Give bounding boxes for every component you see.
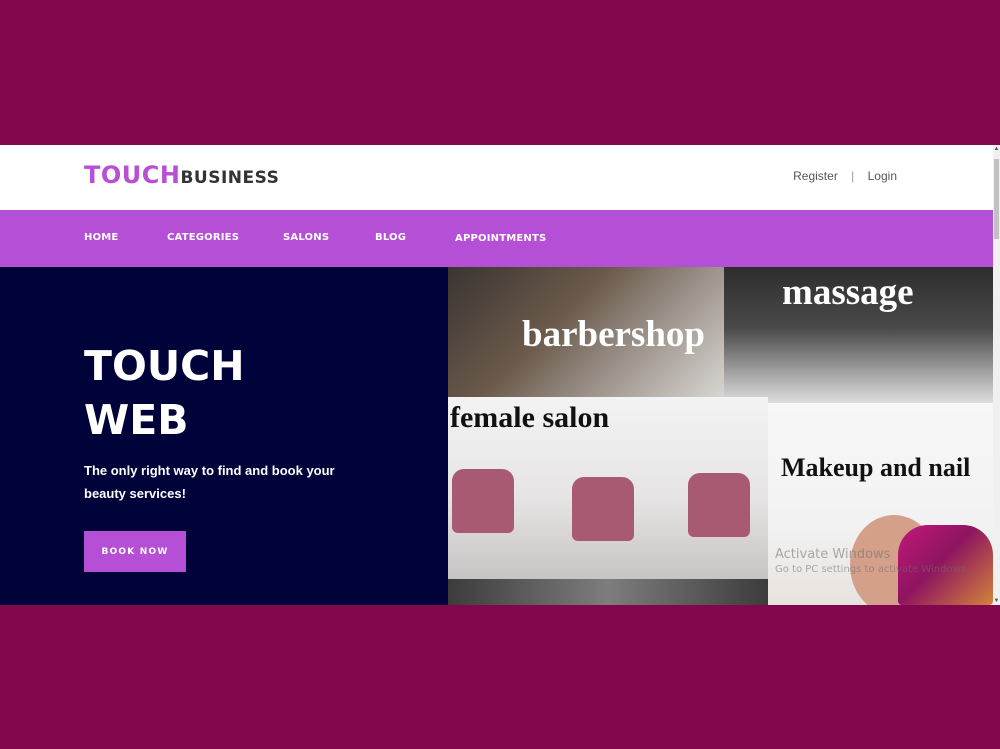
site-logo[interactable]: TOUCHBUSINESS bbox=[84, 161, 279, 189]
logo-touch-text: TOUCH bbox=[84, 161, 181, 189]
barbershop-label: barbershop bbox=[522, 314, 705, 355]
scroll-down-arrow-icon[interactable]: ▼ bbox=[993, 597, 1000, 605]
nav-home[interactable]: HOME bbox=[84, 232, 118, 243]
scroll-up-arrow-icon[interactable]: ▲ bbox=[993, 145, 1000, 153]
register-link[interactable]: Register bbox=[793, 169, 838, 183]
webpage-viewport: TOUCHBUSINESS Register | Login HOME CATE… bbox=[0, 145, 1000, 605]
auth-links: Register | Login bbox=[793, 169, 897, 183]
top-header: TOUCHBUSINESS Register | Login bbox=[0, 145, 993, 210]
hero-section: TOUCH WEB The only right way to find and… bbox=[0, 267, 450, 605]
scroll-thumb[interactable] bbox=[994, 159, 999, 239]
female-salon-tile[interactable]: female salon bbox=[448, 397, 768, 579]
massage-tile[interactable]: massage bbox=[724, 267, 993, 403]
female-salon-label: female salon bbox=[450, 401, 610, 434]
massage-label: massage bbox=[782, 272, 914, 313]
watermark-title: Activate Windows bbox=[775, 547, 891, 562]
nav-categories[interactable]: CATEGORIES bbox=[167, 232, 239, 243]
barbershop-tile[interactable]: barbershop bbox=[448, 267, 724, 397]
page-scrollbar[interactable]: ▲ ▼ bbox=[993, 145, 1000, 605]
salon-photo-strip bbox=[448, 579, 768, 605]
hero-title-line2: WEB bbox=[84, 396, 189, 444]
makeup-label: Makeup and nail bbox=[781, 453, 971, 482]
hero-subtitle: The only right way to find and book your… bbox=[84, 463, 335, 501]
nav-appointments[interactable]: APPOINTMENTS bbox=[455, 233, 546, 244]
logo-business-text: BUSINESS bbox=[180, 168, 280, 188]
salon-chair-image bbox=[452, 469, 514, 533]
auth-separator: | bbox=[851, 169, 855, 183]
nav-blog[interactable]: BLOG bbox=[375, 232, 406, 243]
hero-title-line1: TOUCH bbox=[84, 342, 245, 390]
salon-chair-image bbox=[688, 473, 750, 537]
login-link[interactable]: Login bbox=[868, 169, 897, 183]
main-nav: HOME CATEGORIES SALONS BLOG APPOINTMENTS bbox=[0, 210, 993, 267]
salon-chair-image bbox=[572, 477, 634, 541]
watermark-subtitle: Go to PC settings to activate Windows. bbox=[775, 564, 970, 575]
windows-activation-watermark: Activate Windows Go to PC settings to ac… bbox=[775, 547, 969, 575]
hero-title: TOUCH WEB bbox=[84, 339, 245, 447]
book-now-button[interactable]: BOOK NOW bbox=[84, 531, 186, 572]
nav-salons[interactable]: SALONS bbox=[283, 232, 329, 243]
